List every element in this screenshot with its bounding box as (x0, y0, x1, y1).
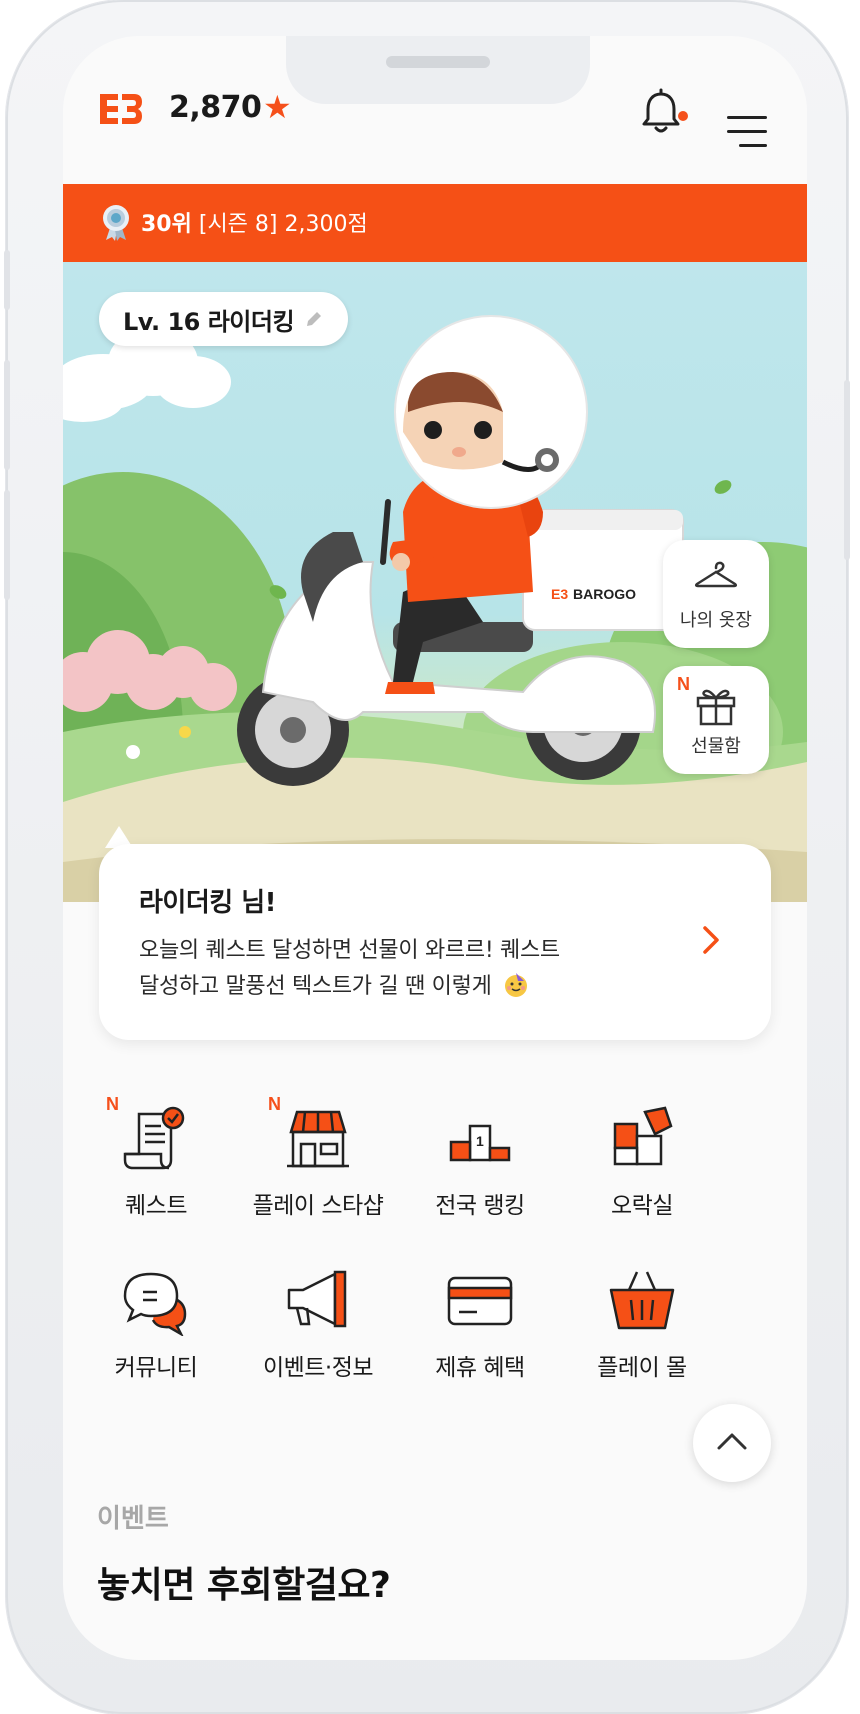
menu-partner-benefits[interactable]: 제휴 혜택 (390, 1266, 570, 1406)
menu-label: 전국 랭킹 (435, 1193, 525, 1219)
notch (286, 36, 590, 104)
menu-star-shop[interactable]: N 플레이 스타샵 (228, 1094, 408, 1244)
chevron-right-icon[interactable] (699, 924, 723, 956)
menu-label: 오락실 (611, 1193, 673, 1219)
pencil-edit-icon[interactable] (304, 309, 324, 329)
card-icon (447, 1276, 513, 1326)
menu-label: 퀘스트 (125, 1193, 187, 1219)
svg-text:1: 1 (476, 1133, 484, 1149)
menu-play-mall[interactable]: 플레이 몰 (552, 1266, 732, 1406)
season-score: [시즌 8] 2,300점 (198, 212, 368, 237)
bubble-text-line1: 오늘의 퀘스트 달성하면 선물이 와르르! 퀘스트 (139, 938, 560, 963)
menu-label: 커뮤니티 (114, 1355, 198, 1381)
box-brand-text: BAROGO (573, 586, 636, 602)
closet-label: 나의 옷장 (680, 610, 752, 631)
level-label: Lv. 16 라이더킹 (123, 307, 295, 336)
app-screen: 2,870 ★ 30위 [시즌 8] 2,300점 E3 BAROGO Lv. … (63, 36, 807, 1660)
new-badge: N (106, 1094, 119, 1114)
rank-medal-icon (103, 205, 129, 241)
new-badge: N (677, 674, 690, 694)
power-button (844, 380, 850, 560)
party-face-icon (505, 973, 528, 997)
gift-icon (696, 689, 736, 726)
giftbox-label: 선물함 (691, 736, 741, 757)
menu-quest[interactable]: N 퀘스트 (66, 1094, 246, 1244)
megaphone-icon (287, 1270, 347, 1328)
notification-dot (678, 111, 688, 121)
menu-label: 제휴 혜택 (435, 1355, 525, 1381)
speaker (386, 56, 490, 68)
section-label: 이벤트 (97, 1504, 169, 1534)
giftbox-button[interactable]: N 선물함 (663, 666, 769, 774)
new-badge: N (268, 1094, 281, 1114)
hero-scene: E3 BAROGO Lv. 16 라이더킹 나의 옷장 N 선물함 (63, 262, 807, 902)
bubble-title: 라이더킹 님! (139, 888, 277, 918)
volume-up-button (4, 360, 10, 470)
section-title: 놓치면 후회할걸요? (97, 1565, 391, 1606)
bell-icon[interactable] (639, 88, 683, 136)
menu-ranking[interactable]: 1 전국 랭킹 (390, 1104, 570, 1244)
quest-scroll-icon (123, 1106, 185, 1170)
shop-icon (287, 1110, 349, 1168)
menu-label: 이벤트·정보 (262, 1355, 374, 1381)
quest-message-bubble[interactable]: 라이더킹 님! 오늘의 퀘스트 달성하면 선물이 와르르! 퀘스트 달성하고 말… (99, 844, 771, 1040)
hamburger-menu-icon[interactable] (723, 116, 767, 152)
phone-frame: 2,870 ★ 30위 [시즌 8] 2,300점 E3 BAROGO Lv. … (4, 0, 850, 1714)
menu-label: 플레이 스타샵 (252, 1193, 384, 1219)
menu-community[interactable]: 커뮤니티 (66, 1266, 246, 1406)
bubble-text-line2: 달성하고 말풍선 텍스트가 길 땐 이렇게 (139, 968, 530, 1000)
point-balance: 2,870 (169, 90, 262, 125)
rank-position: 30위 (141, 212, 192, 237)
menu-arcade[interactable]: 오락실 (552, 1104, 732, 1244)
star-icon: ★ (263, 88, 292, 126)
puzzle-icon (613, 1106, 673, 1166)
ranking-text: 30위 [시즌 8] 2,300점 (141, 206, 368, 238)
closet-button[interactable]: 나의 옷장 (663, 540, 769, 648)
volume-down-button (4, 490, 10, 600)
podium-icon: 1 (449, 1124, 511, 1162)
level-badge[interactable]: Lv. 16 라이더킹 (99, 292, 349, 346)
svg-text:E3: E3 (551, 586, 568, 602)
basket-icon (609, 1271, 675, 1330)
chevron-up-icon (717, 1433, 747, 1450)
menu-events-info[interactable]: 이벤트·정보 (228, 1266, 408, 1406)
chat-icon (123, 1272, 187, 1336)
ranking-banner[interactable]: 30위 [시즌 8] 2,300점 (63, 184, 807, 262)
menu-label: 플레이 몰 (597, 1355, 687, 1381)
hanger-icon (694, 561, 738, 588)
barogo-logo[interactable] (98, 90, 144, 128)
mute-switch (4, 250, 10, 310)
scroll-to-top-button[interactable] (693, 1404, 771, 1482)
